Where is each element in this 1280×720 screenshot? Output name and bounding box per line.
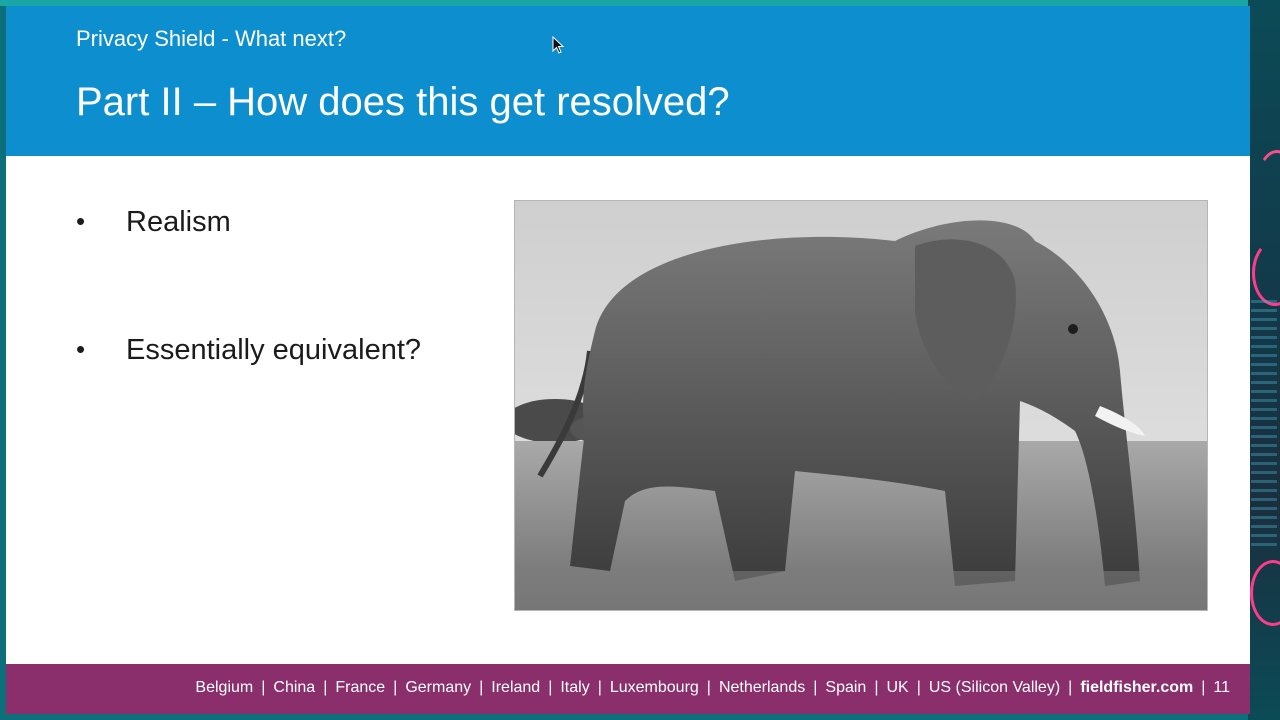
neon-arc-decoration <box>1254 150 1280 236</box>
footer-offices: Belgium | China | France | Germany | Ireland | Ita… <box>195 679 1230 697</box>
footer-separator: | <box>479 679 484 696</box>
binary-pattern-decoration <box>1251 300 1277 550</box>
office-label: Ireland <box>491 679 541 696</box>
office-label: UK <box>886 679 909 696</box>
slide-footer: Belgium | China | France | Germany | Ireland | Ita… <box>6 664 1250 714</box>
footer-separator: | <box>1201 679 1206 696</box>
background-strip <box>1248 0 1280 720</box>
page-number: 11 <box>1213 679 1230 696</box>
office-label: US (Silicon Valley) <box>928 679 1061 696</box>
footer-separator: | <box>706 679 711 696</box>
bullet-text: Realism <box>126 206 231 238</box>
footer-separator: | <box>393 679 398 696</box>
office-label: Luxembourg <box>609 679 699 696</box>
slide-subtitle: Privacy Shield - What next? <box>76 26 347 51</box>
presentation-slide: Privacy Shield - What next? Part II – Ho… <box>6 6 1250 714</box>
neon-arc-decoration <box>1252 240 1280 306</box>
footer-separator: | <box>874 679 879 696</box>
mouse-cursor-icon <box>552 36 564 54</box>
footer-separator: | <box>261 679 266 696</box>
foreground-grass <box>515 571 1207 610</box>
bullet-marker: • <box>76 206 86 236</box>
elephant-photo <box>514 200 1208 611</box>
office-label: Belgium <box>195 679 254 696</box>
neon-arc-decoration <box>1250 560 1280 626</box>
elephant-illustration <box>515 201 1207 610</box>
office-label: Italy <box>560 679 590 696</box>
office-label: Netherlands <box>718 679 806 696</box>
footer-separator: | <box>916 679 921 696</box>
elephant-eye <box>1068 324 1078 334</box>
office-label: Germany <box>405 679 472 696</box>
website-link[interactable]: fieldfisher.com <box>1080 679 1193 696</box>
bullet-text: Essentially equivalent? <box>126 334 422 366</box>
footer-separator: | <box>548 679 553 696</box>
bullet-marker: • <box>76 334 86 364</box>
office-label: China <box>273 679 316 696</box>
footer-separator: | <box>323 679 328 696</box>
office-label: Spain <box>825 679 867 696</box>
office-label: France <box>335 679 386 696</box>
slide-header: Privacy Shield - What next? Part II – Ho… <box>6 6 1250 156</box>
slide-title: Part II – How does this get resolved? <box>76 80 730 124</box>
footer-separator: | <box>813 679 818 696</box>
footer-separator: | <box>1068 679 1073 696</box>
footer-separator: | <box>597 679 602 696</box>
